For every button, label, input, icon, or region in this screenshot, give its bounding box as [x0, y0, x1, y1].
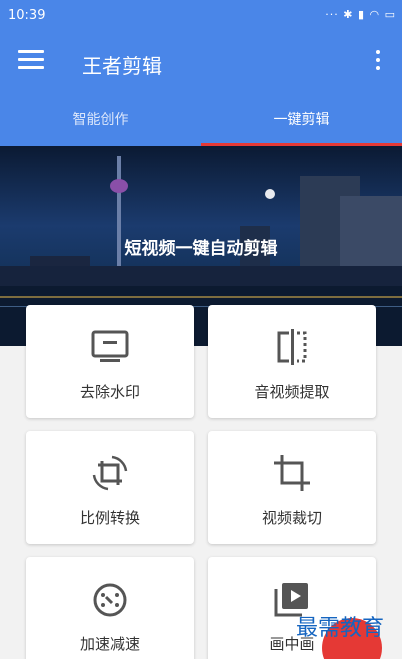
banner-title: 短视频一键自动剪辑 — [124, 239, 278, 259]
feature-card-ratio-convert[interactable]: 比例转换 — [26, 431, 194, 544]
more-options-icon[interactable] — [374, 50, 382, 74]
split-icon — [277, 329, 307, 365]
side-edge — [402, 0, 419, 659]
feature-label: 比例转换 — [79, 509, 140, 527]
app-bar: 王者剪辑 — [0, 30, 402, 94]
rotate-crop-icon — [92, 455, 128, 491]
feature-card-audio-extract[interactable]: 音视频提取 — [208, 305, 376, 418]
tab-bar: 智能创作 一键剪辑 — [0, 94, 402, 146]
menu-icon[interactable] — [18, 50, 44, 72]
status-icons: ··· ✱ ▮ ◠ ▭ — [325, 8, 396, 21]
speed-icon — [93, 583, 127, 617]
feature-card-remove-watermark[interactable]: 去除水印 — [26, 305, 194, 418]
feature-label: 音视频提取 — [254, 383, 330, 401]
tab-one-click-edit[interactable]: 一键剪辑 — [201, 94, 402, 146]
feature-label: 加速减速 — [79, 635, 140, 653]
status-bar: 10:39 ··· ✱ ▮ ◠ ▭ — [0, 0, 402, 30]
watermark-text: 最需教育 — [296, 616, 385, 641]
crop-icon — [274, 455, 310, 491]
tab-smart-creation[interactable]: 智能创作 — [0, 94, 201, 146]
feature-label: 去除水印 — [79, 383, 140, 401]
app-title: 王者剪辑 — [82, 54, 162, 78]
feature-card-speed[interactable]: 加速减速 — [26, 557, 194, 659]
monitor-icon — [91, 330, 129, 362]
feature-label: 视频裁切 — [261, 509, 322, 527]
status-time: 10:39 — [8, 8, 46, 23]
feature-card-video-crop[interactable]: 视频裁切 — [208, 431, 376, 544]
